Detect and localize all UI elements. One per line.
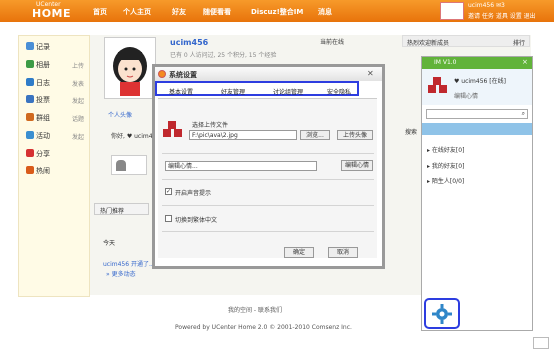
dialog-body xyxy=(158,98,377,258)
im-settings-button[interactable] xyxy=(424,298,460,329)
tab-privacy[interactable]: 安全隐私 xyxy=(327,87,351,96)
cancel-button[interactable]: 取消 xyxy=(328,247,358,258)
im-group-online[interactable]: ▸ 在线好友[0] xyxy=(427,145,464,154)
avatar-girl-icon xyxy=(113,47,147,96)
hot-icon xyxy=(26,166,34,174)
gear-icon xyxy=(432,304,452,324)
tab-basic[interactable]: 基本设置 xyxy=(169,87,193,96)
poll-icon xyxy=(26,95,34,103)
im-cubes-icon xyxy=(427,75,449,97)
user-silhouette-icon xyxy=(116,160,126,171)
footer-copyright: Powered by UCenter Home 2.0 © 2001-2010 … xyxy=(175,324,352,331)
im-close-icon[interactable]: × xyxy=(522,58,528,66)
avatar[interactable] xyxy=(104,37,156,99)
nav-browse[interactable]: 随便看看 xyxy=(203,7,231,17)
im-version: IM V1.0 xyxy=(434,59,457,66)
settings-dialog-icon xyxy=(158,70,166,78)
avatar-caption[interactable]: 个人头像 xyxy=(108,110,132,119)
sound-checkbox[interactable]: ✓ xyxy=(165,188,172,195)
nav-friends[interactable]: 好友 xyxy=(172,7,186,17)
blog-icon xyxy=(26,78,34,86)
dialog-title: 系统设置 xyxy=(169,71,197,79)
im-minimized-icon[interactable] xyxy=(533,337,549,349)
nav-im[interactable]: Discuz!整合IM xyxy=(251,7,303,17)
user-avatar-thumb[interactable] xyxy=(440,2,464,20)
divider xyxy=(162,231,374,232)
browse-button[interactable]: 浏览... xyxy=(300,130,330,140)
user-name-mail[interactable]: ucim456 ✉3 xyxy=(468,2,505,9)
divider xyxy=(162,153,374,154)
divider xyxy=(162,205,374,206)
im-group-strangers[interactable]: ▸ 陌生人[0/0] xyxy=(427,176,464,185)
user-card[interactable] xyxy=(111,155,147,175)
online-status: 当前在线 xyxy=(320,39,345,46)
records-icon xyxy=(26,42,34,50)
footer-links[interactable]: 我的空间 - 联系我们 xyxy=(228,305,282,314)
im-username: ♥ ucim456 [在线] xyxy=(454,78,506,85)
more-feeds-link[interactable]: » 更多动态 xyxy=(106,269,136,278)
close-icon[interactable]: ✕ xyxy=(367,69,374,78)
divider xyxy=(162,179,374,180)
traditional-chinese-checkbox[interactable] xyxy=(165,215,172,222)
event-icon xyxy=(26,131,34,139)
edit-mood-button[interactable]: 编辑心情 xyxy=(341,160,373,171)
sidebar-extra-topic[interactable]: 话题 xyxy=(72,114,84,123)
sidebar-extra-upload[interactable]: 上传 xyxy=(72,61,84,70)
im-tabbar[interactable] xyxy=(422,123,532,135)
mood-input[interactable]: 编辑心情... xyxy=(165,161,317,171)
nav-messages[interactable]: 消息 xyxy=(318,7,332,17)
settings-dialog: 系统设置 ✕ 基本设置 好友管理 讨论组管理 安全隐私 选择上传文件 F:\pi… xyxy=(152,64,385,269)
share-icon xyxy=(26,149,34,157)
ok-button[interactable]: 确定 xyxy=(284,247,314,258)
sidebar-item-hot[interactable]: 热闹 xyxy=(26,166,50,176)
logo[interactable]: HOME xyxy=(32,7,71,20)
im-group-friends[interactable]: ▸ 我的好友[0] xyxy=(427,161,464,170)
im-mood[interactable]: 编辑心情 xyxy=(454,91,478,100)
profile-username[interactable]: ucim456 xyxy=(170,38,208,47)
cubes-logo-icon xyxy=(162,119,184,141)
sidebar-item-groups[interactable]: 群组 xyxy=(26,113,50,123)
ranking-link[interactable]: 排行 xyxy=(513,38,525,47)
im-panel: IM V1.0 × ♥ ucim456 [在线] 编辑心情 ⌕ ▸ 在线好友[0… xyxy=(421,56,533,331)
tab-friends[interactable]: 好友管理 xyxy=(221,87,245,96)
new-members-header: 热烈欢迎新成员 排行 xyxy=(402,35,530,47)
hot-recommend-tab[interactable]: 热门推荐 xyxy=(94,203,149,215)
profile-stats: 已有 0 人访问过, 25 个积分, 15 个经验 xyxy=(170,52,277,59)
sidebar-item-blog[interactable]: 日志 xyxy=(26,78,50,88)
search-icon: ⌕ xyxy=(521,110,525,117)
nav-profile[interactable]: 个人主页 xyxy=(123,7,151,17)
search-label: 搜索 xyxy=(405,129,418,136)
sidebar-item-events[interactable]: 活动 xyxy=(26,131,50,141)
group-icon xyxy=(26,113,34,121)
sidebar-extra-start-event[interactable]: 发起 xyxy=(72,132,84,141)
sidebar-extra-start-poll[interactable]: 发起 xyxy=(72,96,84,105)
sound-checkbox-label: 开启声音提示 xyxy=(175,190,212,197)
today-label: 今天 xyxy=(103,240,116,247)
traditional-chinese-label: 切换到繁体中文 xyxy=(175,217,218,224)
feed-item[interactable]: ucim456 开通了... xyxy=(103,259,155,268)
user-links[interactable]: 邀请 任务 道具 设置 退出 xyxy=(468,11,536,20)
tab-discussion[interactable]: 讨论组管理 xyxy=(273,87,303,96)
sidebar-extra-post[interactable]: 发表 xyxy=(72,79,84,88)
sidebar-item-albums[interactable]: 相册 xyxy=(26,60,50,70)
upload-file-input[interactable]: F:\pic\ava\2.jpg xyxy=(189,130,297,140)
sidebar-item-records[interactable]: 记录 xyxy=(26,42,50,52)
im-search-input[interactable]: ⌕ xyxy=(426,109,528,119)
nav-home[interactable]: 首页 xyxy=(93,7,107,17)
upload-label: 选择上传文件 xyxy=(192,122,229,129)
upload-avatar-button[interactable]: 上传头像 xyxy=(337,130,373,140)
album-icon xyxy=(26,60,34,68)
sidebar-item-share[interactable]: 分享 xyxy=(26,149,50,159)
sidebar-item-polls[interactable]: 投票 xyxy=(26,95,50,105)
